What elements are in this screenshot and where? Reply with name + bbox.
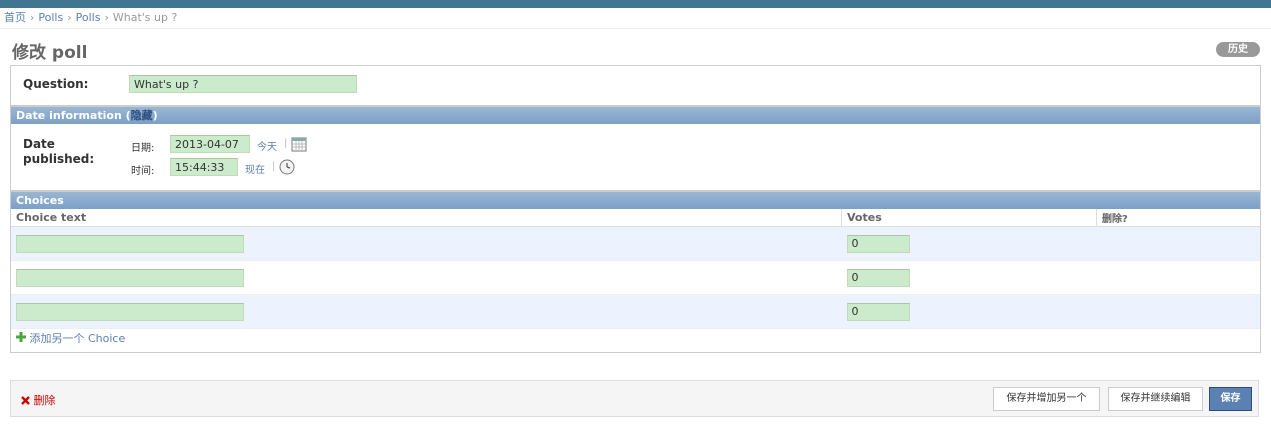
page-title: 修改 poll xyxy=(12,43,88,63)
column-header-votes: Votes xyxy=(841,209,1097,227)
breadcrumb: 首页 › Polls › Polls › What's up ? xyxy=(0,8,1271,29)
save-and-add-another-button[interactable]: 保存并增加另一个 xyxy=(993,387,1100,411)
history-button[interactable]: 历史 xyxy=(1216,42,1260,57)
clock-icon[interactable] xyxy=(279,159,295,178)
delete-cell xyxy=(1096,226,1260,261)
date-input[interactable] xyxy=(170,135,250,153)
column-header-delete: 删除? xyxy=(1096,209,1260,227)
question-label: Question: xyxy=(23,77,89,91)
delete-link-label: 删除 xyxy=(33,394,56,407)
today-link[interactable]: 今天 xyxy=(257,138,277,153)
table-row xyxy=(11,260,1260,295)
date-information-fieldset: Date information (隐藏) Date published: 日期… xyxy=(10,106,1261,191)
delete-link[interactable]: 删除 xyxy=(21,392,56,408)
breadcrumb-separator: › xyxy=(104,11,109,24)
delete-icon xyxy=(21,395,30,408)
table-row xyxy=(11,226,1260,261)
toggle-paren-close: ) xyxy=(152,109,158,122)
time-label: 时间: xyxy=(131,166,155,177)
choice-text-input[interactable] xyxy=(16,302,244,321)
breadcrumb-separator: › xyxy=(67,11,72,24)
breadcrumb-current: What's up ? xyxy=(112,11,178,24)
top-header-bar xyxy=(0,0,1271,8)
plus-icon xyxy=(16,329,26,349)
submit-row: 删除 保存并增加另一个 保存并继续编辑 保存 xyxy=(10,380,1259,417)
save-and-continue-button[interactable]: 保存并继续编辑 xyxy=(1108,387,1203,411)
calendar-icon[interactable] xyxy=(291,136,307,155)
question-fieldset: Question: xyxy=(10,65,1261,106)
delete-cell xyxy=(1096,294,1260,329)
date-published-label-line2: published: xyxy=(23,152,95,166)
breadcrumb-home[interactable]: 首页 xyxy=(4,11,26,24)
votes-input[interactable] xyxy=(846,302,910,321)
votes-input[interactable] xyxy=(846,234,910,253)
date-section-header: Date information (隐藏) xyxy=(11,107,1260,124)
now-link[interactable]: 现在 xyxy=(245,161,265,176)
column-header-choice-text: Choice text xyxy=(11,209,842,227)
votes-input[interactable] xyxy=(846,268,910,287)
breadcrumb-separator: › xyxy=(30,11,35,24)
date-section-title: Date information xyxy=(16,109,122,122)
delete-cell xyxy=(1096,260,1260,295)
choices-inline-group: Choices Choice text Votes 删除? 0 0 0 添加另一… xyxy=(10,191,1261,353)
pipe-separator: | xyxy=(272,161,276,172)
date-published-label-line1: Date xyxy=(23,137,55,151)
choice-text-input[interactable] xyxy=(16,234,244,253)
breadcrumb-app[interactable]: Polls xyxy=(38,11,63,24)
time-input[interactable] xyxy=(170,158,238,176)
pipe-separator: | xyxy=(284,138,288,149)
table-row xyxy=(11,294,1260,329)
hide-section-link[interactable]: 隐藏 xyxy=(131,109,153,122)
date-label: 日期: xyxy=(131,143,155,154)
choice-text-input[interactable] xyxy=(16,268,244,287)
add-another-choice-link[interactable]: 添加另一个 Choice xyxy=(30,332,126,345)
choices-table: Choice text Votes 删除? xyxy=(11,209,1260,329)
breadcrumb-model[interactable]: Polls xyxy=(76,11,101,24)
question-input[interactable] xyxy=(129,75,357,93)
save-button[interactable]: 保存 xyxy=(1209,387,1252,411)
choices-section-header: Choices xyxy=(11,192,1260,209)
add-another-row[interactable]: 添加另一个 Choice xyxy=(11,329,1260,349)
